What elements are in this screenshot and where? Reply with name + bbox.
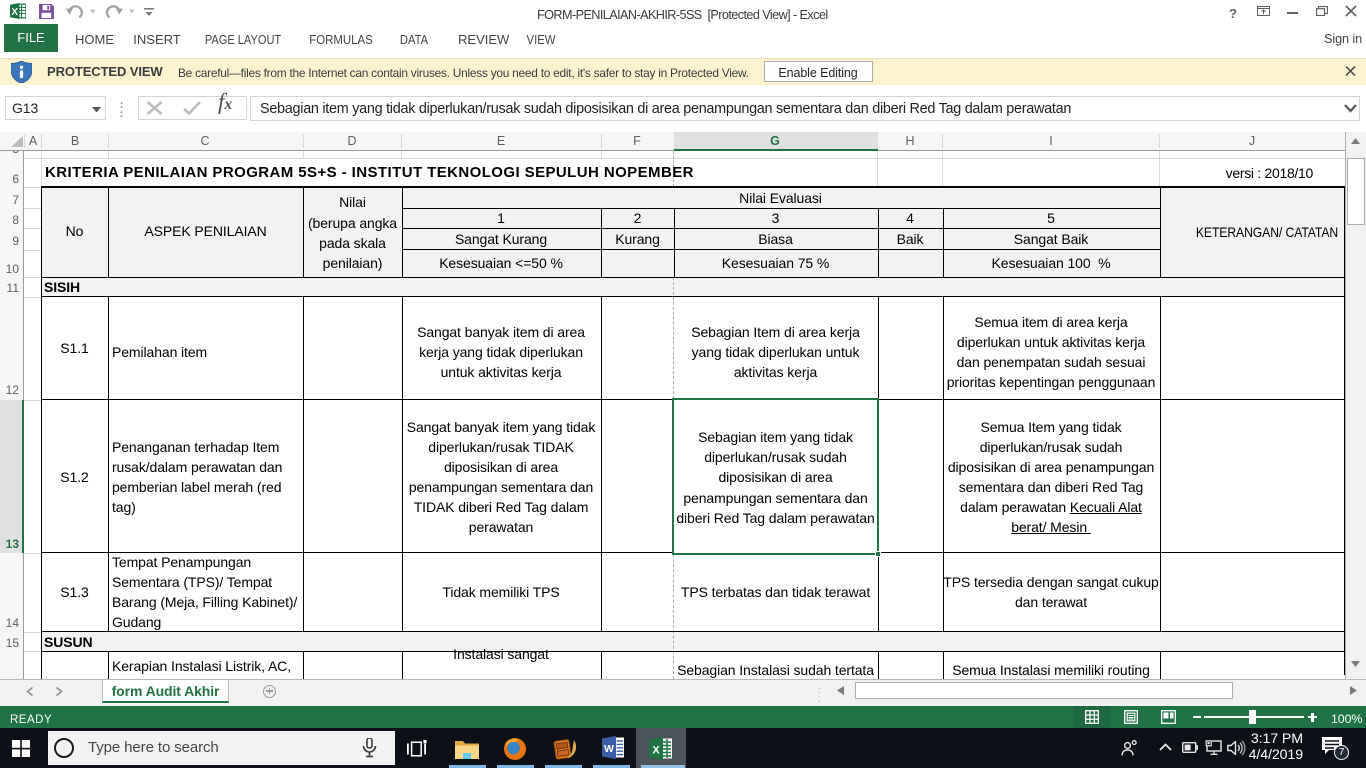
- svg-text:W: W: [604, 743, 614, 755]
- svg-text:X: X: [652, 745, 660, 757]
- svg-text:X: X: [11, 7, 18, 18]
